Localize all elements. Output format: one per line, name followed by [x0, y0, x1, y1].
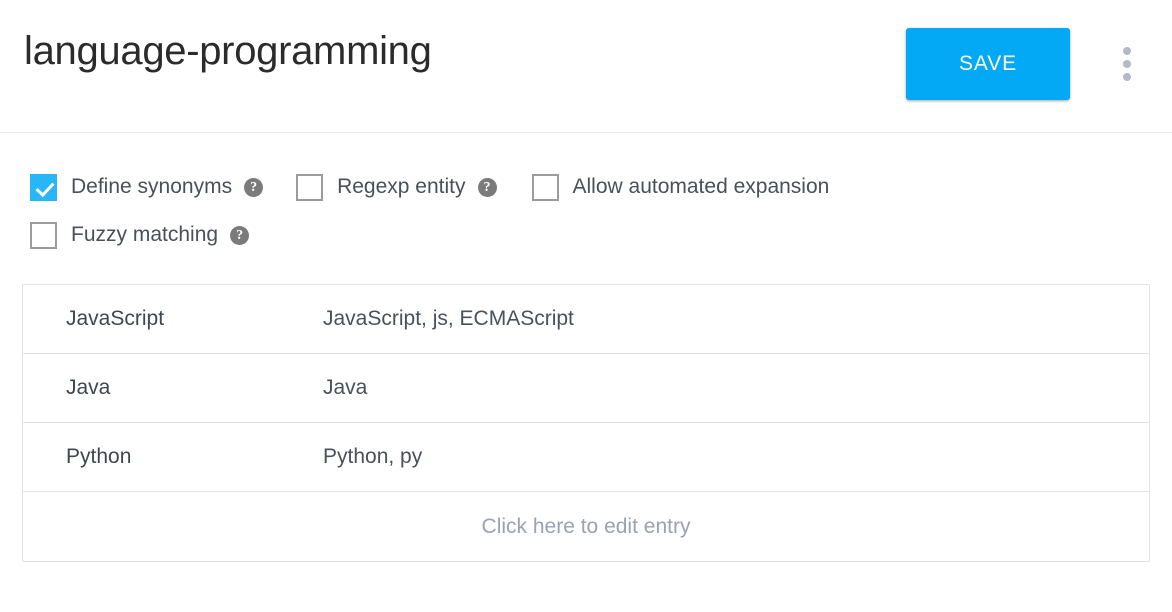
table-row[interactable]: JavaScript JavaScript, js, ECMAScript: [23, 285, 1149, 354]
page-title: language-programming: [24, 28, 432, 74]
checkbox-allow-automated-expansion[interactable]: [532, 174, 559, 201]
entry-value[interactable]: Python: [23, 445, 323, 469]
menu-dot: [1123, 60, 1131, 68]
entry-synonyms[interactable]: Java: [323, 376, 1149, 400]
entry-synonyms[interactable]: Python, py: [323, 445, 1149, 469]
help-icon-regexp-entity[interactable]: ?: [478, 178, 497, 197]
new-entry-placeholder: Click here to edit entry: [482, 515, 691, 539]
entry-value[interactable]: JavaScript: [23, 307, 323, 331]
help-icon-define-synonyms[interactable]: ?: [244, 178, 263, 197]
checkbox-regexp-entity[interactable]: [296, 174, 323, 201]
entity-entries-table: JavaScript JavaScript, js, ECMAScript Ja…: [22, 284, 1150, 562]
save-button[interactable]: SAVE: [906, 28, 1070, 100]
entity-options: Define synonyms ? Regexp entity ? Allow …: [0, 133, 1172, 259]
more-vertical-icon[interactable]: [1110, 42, 1144, 86]
page-header: language-programming SAVE: [0, 0, 1172, 133]
option-label-define-synonyms: Define synonyms: [71, 175, 232, 199]
option-allow-automated-expansion[interactable]: Allow automated expansion: [532, 174, 830, 201]
option-regexp-entity[interactable]: Regexp entity ?: [296, 174, 496, 201]
option-row-2: Fuzzy matching ?: [0, 211, 1172, 259]
new-entry-row[interactable]: Click here to edit entry: [23, 492, 1149, 561]
menu-dot: [1123, 47, 1131, 55]
table-row[interactable]: Python Python, py: [23, 423, 1149, 492]
entry-synonyms[interactable]: JavaScript, js, ECMAScript: [323, 307, 1149, 331]
table-row[interactable]: Java Java: [23, 354, 1149, 423]
option-row-1: Define synonyms ? Regexp entity ? Allow …: [0, 163, 1172, 211]
menu-dot: [1123, 73, 1131, 81]
entry-value[interactable]: Java: [23, 376, 323, 400]
option-label-regexp-entity: Regexp entity: [337, 175, 465, 199]
option-label-fuzzy-matching: Fuzzy matching: [71, 223, 218, 247]
option-define-synonyms[interactable]: Define synonyms ?: [30, 174, 263, 201]
option-label-allow-automated-expansion: Allow automated expansion: [573, 175, 830, 199]
option-fuzzy-matching[interactable]: Fuzzy matching ?: [30, 222, 249, 249]
help-icon-fuzzy-matching[interactable]: ?: [230, 226, 249, 245]
checkbox-define-synonyms[interactable]: [30, 174, 57, 201]
checkbox-fuzzy-matching[interactable]: [30, 222, 57, 249]
